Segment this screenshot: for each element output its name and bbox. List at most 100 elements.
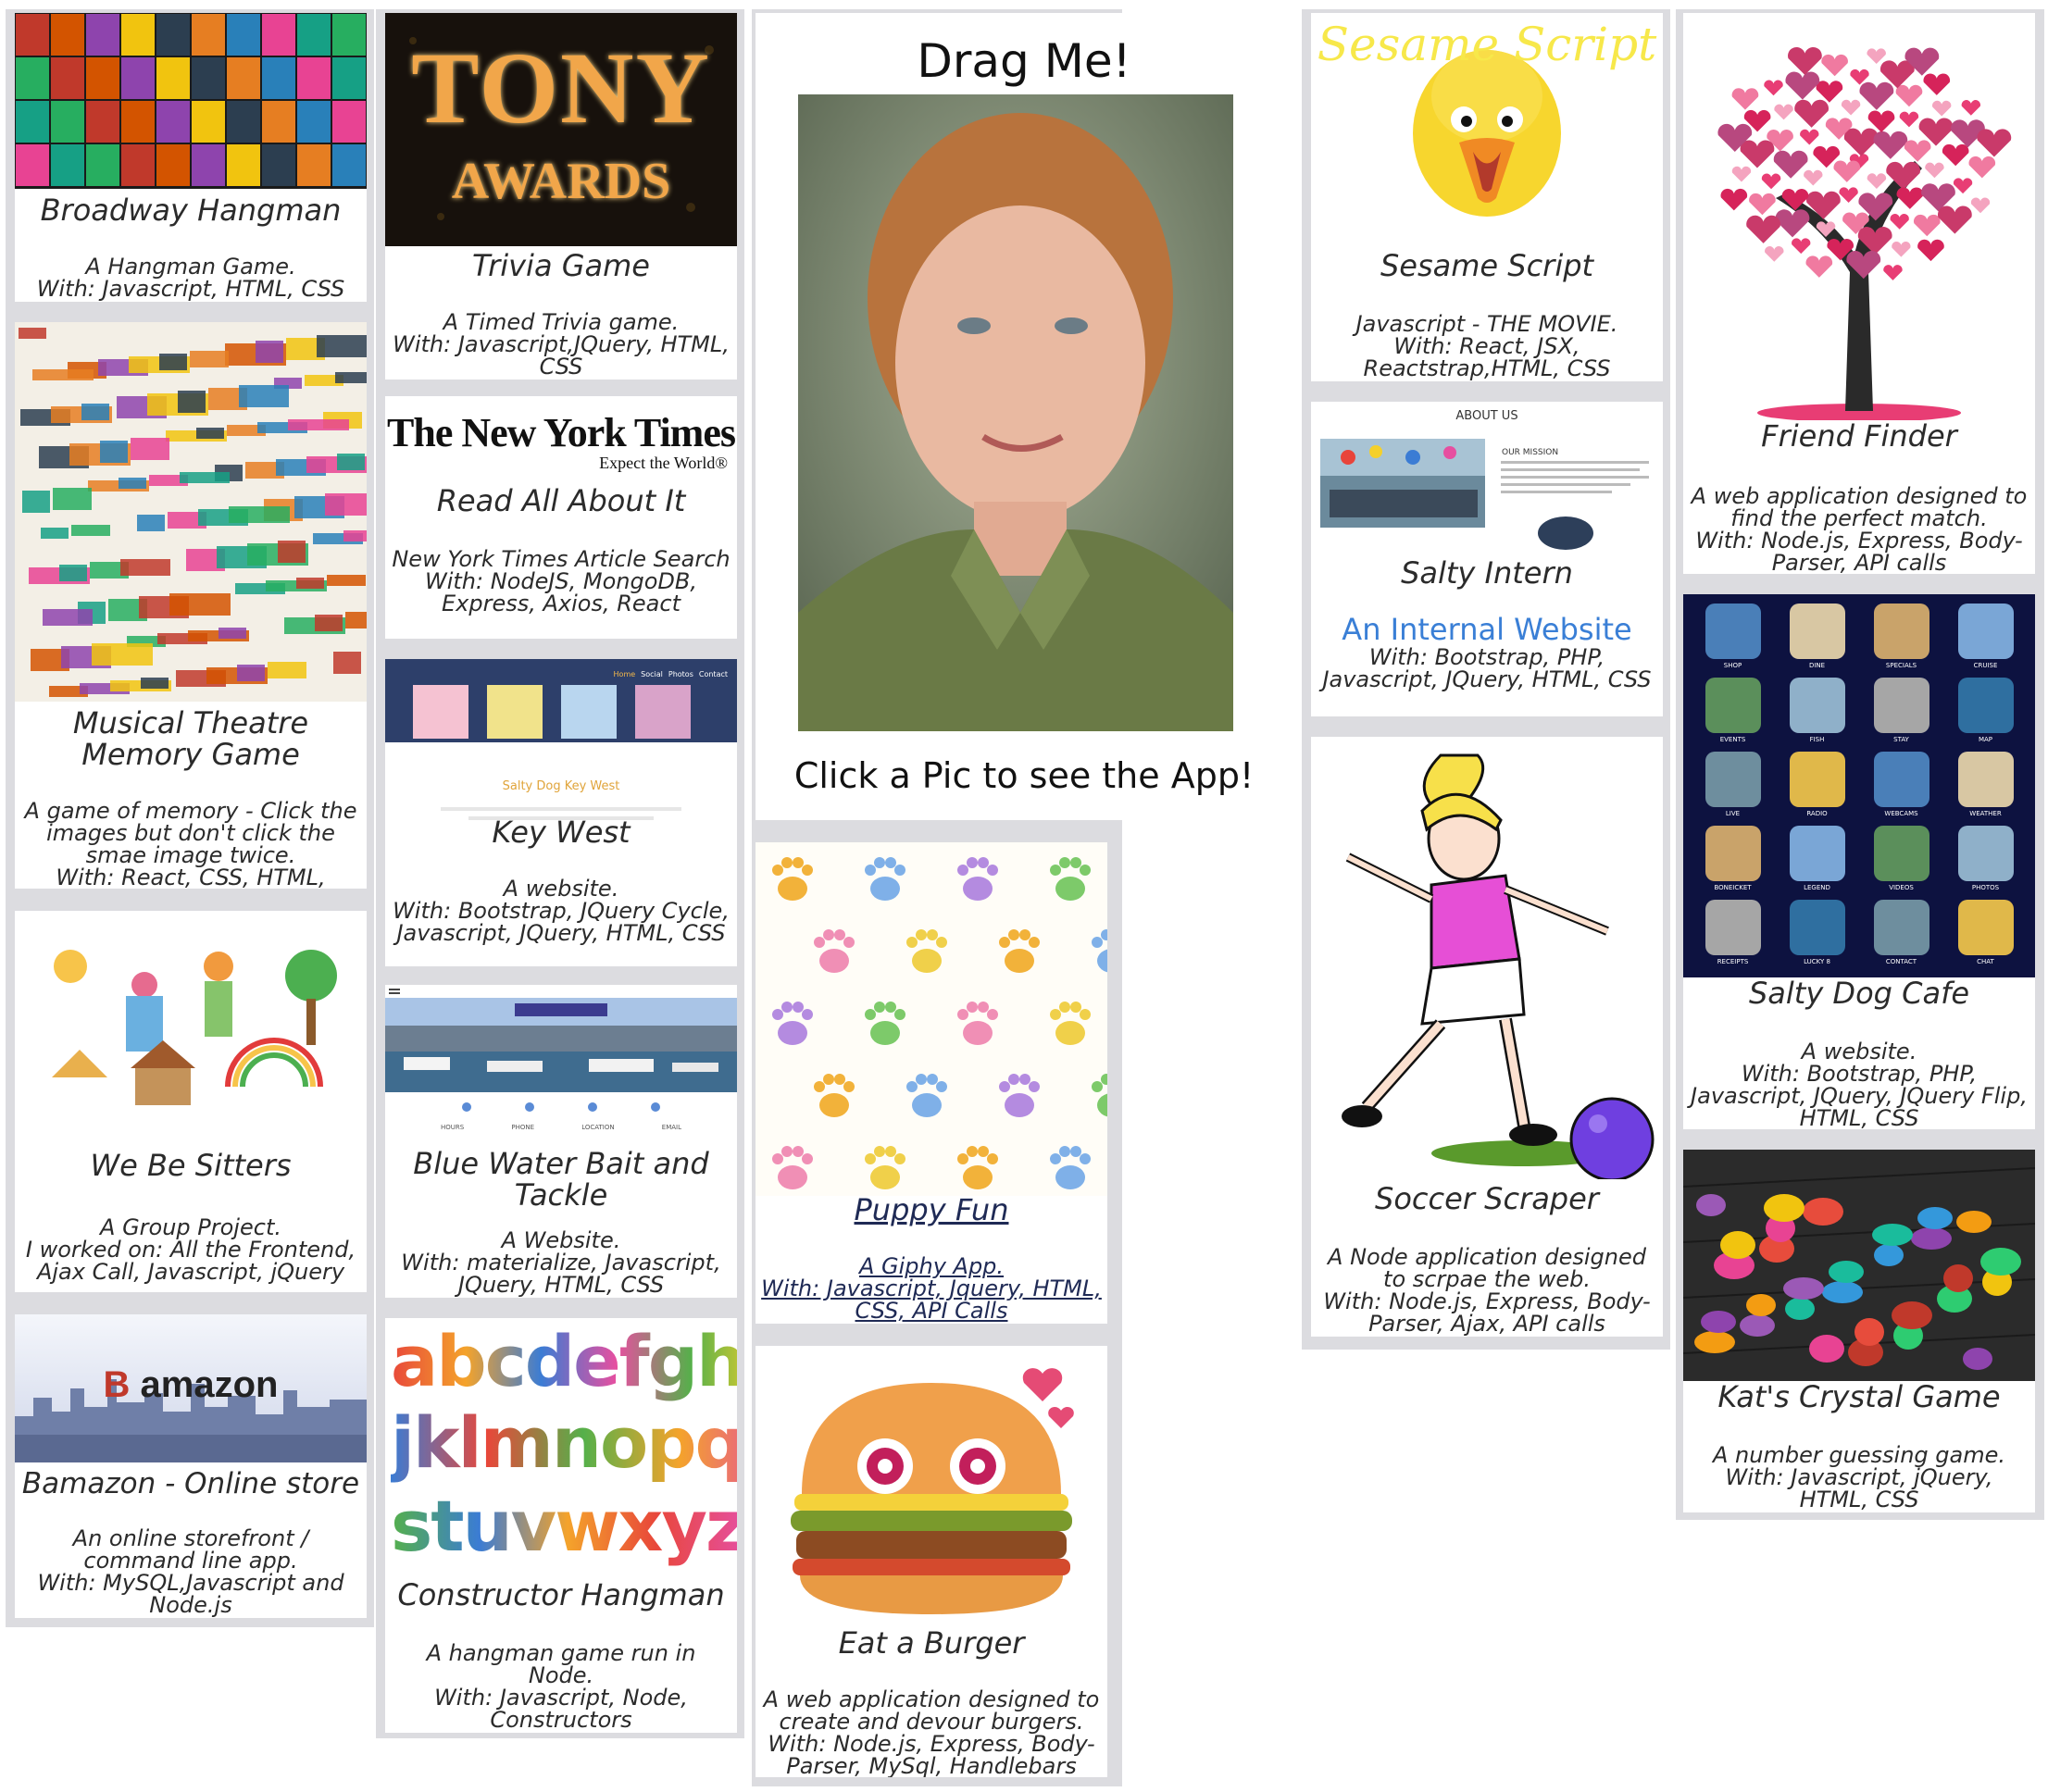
cafe-tile[interactable]: CRUISE (1949, 604, 2022, 670)
cafe-tile-grid: SHOP DINE SPECIALS CRUISE EVENTS FISH STAY MAP L… (1696, 604, 2022, 966)
cafe-tile[interactable]: CONTACT (1865, 900, 1938, 966)
card-description: A hangman game run in Node. With: Javascr… (426, 1640, 696, 1733)
cafe-tile-label: RECEIPTS (1717, 958, 1749, 965)
card-description: A Timed Trivia game. With: Javascript,JQu… (393, 309, 730, 380)
card-title: Constructor Hangman (397, 1577, 725, 1612)
cafe-tile-image (1789, 752, 1845, 807)
internal-website-link[interactable]: An Internal Website (1317, 613, 1657, 646)
kids-drawing-image[interactable] (15, 911, 367, 1124)
cafe-tile[interactable]: SHOP (1696, 604, 1769, 670)
cafe-tile[interactable]: DINE (1780, 604, 1854, 670)
salty-intern-site-image[interactable]: ABOUT US OUR MISSION (1311, 402, 1663, 559)
cafe-tile[interactable]: MAP (1949, 678, 2022, 744)
cafe-tile-image (1957, 604, 2014, 659)
cafe-tile-image (1957, 900, 2014, 955)
burger-image[interactable] (756, 1346, 1107, 1624)
card-title: Musical Theatre Memory Game (72, 705, 309, 772)
cafe-tile[interactable]: CHAT (1949, 900, 2022, 966)
cafe-tile-label: CONTACT (1885, 958, 1917, 965)
card-title: Blue Water Bait and Tackle (413, 1146, 709, 1213)
cafe-tile-image (1789, 900, 1845, 955)
cafe-tile[interactable]: RECEIPTS (1696, 900, 1769, 966)
cafe-tile[interactable]: WEBCAMS (1865, 752, 1938, 818)
cafe-tile-label: DINE (1808, 662, 1826, 669)
cafe-tile[interactable]: SPECIALS (1865, 604, 1938, 670)
project-card-eat-a-burger[interactable]: Eat a Burger A web application designed … (756, 1346, 1107, 1777)
alphabet-image[interactable]: abcdefghi jklmnopqr stuvwxyz (385, 1318, 737, 1570)
card-title: Read All About It (436, 483, 686, 518)
project-card-soccer-scraper[interactable]: Soccer Scraper A Node application design… (1311, 737, 1663, 1337)
card-description: Javascript - THE MOVIE. With: React, JSX,… (1355, 311, 1618, 381)
card-title: Friend Finder (1761, 418, 1957, 454)
project-card-sesame-script[interactable]: Sesame Script Sesame Script Javascript -… (1311, 13, 1663, 381)
marina-site-image[interactable]: HOURS PHONE LOCATION EMAIL (385, 985, 737, 1151)
cafe-tile-image (1873, 604, 1929, 659)
project-card-musical-memory[interactable]: Musical Theatre Memory Game A game of me… (15, 322, 367, 889)
cafe-tile[interactable]: EVENTS (1696, 678, 1769, 744)
cafe-tile[interactable]: RADIO (1780, 752, 1854, 818)
cafe-tile[interactable]: LIVE (1696, 752, 1769, 818)
cafe-tile-label: SHOP (1723, 662, 1742, 669)
heart-tree-image[interactable] (1683, 13, 2035, 420)
cafe-tile-image (1705, 678, 1761, 733)
project-card-trivia[interactable]: TONY AWARDS Trivia Game A Timed Trivia g… (385, 13, 737, 380)
cafe-tile[interactable]: LEGEND (1780, 826, 1854, 892)
soccer-girl-image[interactable] (1311, 737, 1663, 1179)
cafe-tile[interactable]: STAY (1865, 678, 1938, 744)
bamazon-logo-text: amazon (140, 1364, 279, 1405)
project-card-bamazon[interactable]: B amazon Bamazon - Online store An onlin… (15, 1314, 367, 1618)
cafe-tile-image (1873, 900, 1929, 955)
paw-prints-image[interactable] (756, 842, 1107, 1196)
cafe-tile[interactable]: WEATHER (1949, 752, 2022, 818)
cafe-tile[interactable]: FISH (1780, 678, 1854, 744)
project-card-friend-finder[interactable]: Friend Finder A web application designed… (1683, 13, 2035, 574)
cafe-tile-image (1873, 678, 1929, 733)
cafe-tile-label: MAP (1978, 736, 1993, 743)
project-card-blue-water[interactable]: HOURS PHONE LOCATION EMAIL Blue Water Bait … (385, 985, 737, 1298)
card-title: Key West (492, 815, 631, 850)
card-description: A web application designed to find the p… (1691, 483, 2028, 574)
broadway-posters-image[interactable] (15, 13, 367, 189)
cafe-tile[interactable]: BONEICKET (1696, 826, 1769, 892)
cafe-app-grid-image[interactable]: SHOP DINE SPECIALS CRUISE EVENTS FISH STAY MAP L… (1683, 594, 2035, 977)
project-card-nyt-search[interactable]: The New York Times Expect the World® Rea… (385, 396, 737, 639)
cafe-tile-image (1957, 826, 2014, 881)
project-card-constructor-hangman[interactable]: abcdefghi jklmnopqr stuvwxyz Constructor… (385, 1318, 737, 1733)
project-card-salty-intern[interactable]: ABOUT US OUR MISSION Salty Intern An Int… (1311, 402, 1663, 716)
bamazon-b-logo: B (103, 1364, 131, 1405)
cafe-tile-image (1705, 826, 1761, 881)
cafe-tile[interactable]: LUCKY 8 (1780, 900, 1854, 966)
tony-awards-image[interactable]: TONY AWARDS (385, 13, 737, 246)
project-card-broadway-hangman[interactable]: Broadway Hangman A Hangman Game. With: Ja… (15, 13, 367, 302)
card-description: A web application designed to create and… (763, 1686, 1100, 1777)
tony-logo: TONY (411, 31, 711, 144)
bamazon-skyline-image[interactable]: B amazon (15, 1314, 367, 1462)
card-title: Sesame Script (1380, 248, 1594, 283)
alphabet-row-2: jklmnopqr (391, 1401, 737, 1485)
project-card-we-be-sitters[interactable]: We Be Sitters A Group Project. I worked o… (15, 911, 367, 1292)
project-card-salty-dog-cafe[interactable]: SHOP DINE SPECIALS CRUISE EVENTS FISH STAY MAP L… (1683, 594, 2035, 1129)
card-description: A game of memory - Click the images but … (24, 798, 357, 889)
cafe-tile[interactable]: VIDEOS (1865, 826, 1938, 892)
card-description: New York Times Article Search With: NodeJ… (392, 546, 731, 616)
card-title: Soccer Scraper (1375, 1181, 1599, 1216)
musical-logos-image[interactable] (15, 322, 367, 702)
crystals-image[interactable] (1683, 1150, 2035, 1381)
cafe-tile[interactable]: PHOTOS (1949, 826, 2022, 892)
portrait-photo[interactable] (798, 94, 1233, 731)
card-title: Salty Intern (1401, 555, 1573, 591)
alphabet-row-3: stuvwxyz (391, 1485, 737, 1568)
project-card-key-west[interactable]: Home Social Photos Contact Salty Dog Key We… (385, 659, 737, 966)
cafe-tile-image (1789, 678, 1845, 733)
project-card-puppy-fun[interactable]: Puppy Fun A Giphy App. With: Javascript, … (756, 842, 1107, 1324)
card-description-link[interactable]: A Giphy App. With: Javascript, Jquery, HT… (761, 1255, 1102, 1322)
card-title: We Be Sitters (90, 1148, 292, 1183)
nyt-tagline: Expect the World® (599, 454, 728, 472)
card-description: An online storefront / command line app.… (37, 1525, 344, 1618)
card-description: A website. With: Bootstrap, PHP, Javascri… (1691, 1039, 2028, 1129)
drag-me-card[interactable]: Drag Me! Click a Pic to see the App! (756, 13, 1292, 820)
big-bird-image[interactable]: Sesame Script (1311, 13, 1663, 217)
project-card-crystal-game[interactable]: Kat's Crystal Game A number guessing gam… (1683, 1150, 2035, 1512)
cafe-tile-label: STAY (1893, 736, 1909, 743)
card-title-link[interactable]: Puppy Fun (759, 1194, 1104, 1226)
